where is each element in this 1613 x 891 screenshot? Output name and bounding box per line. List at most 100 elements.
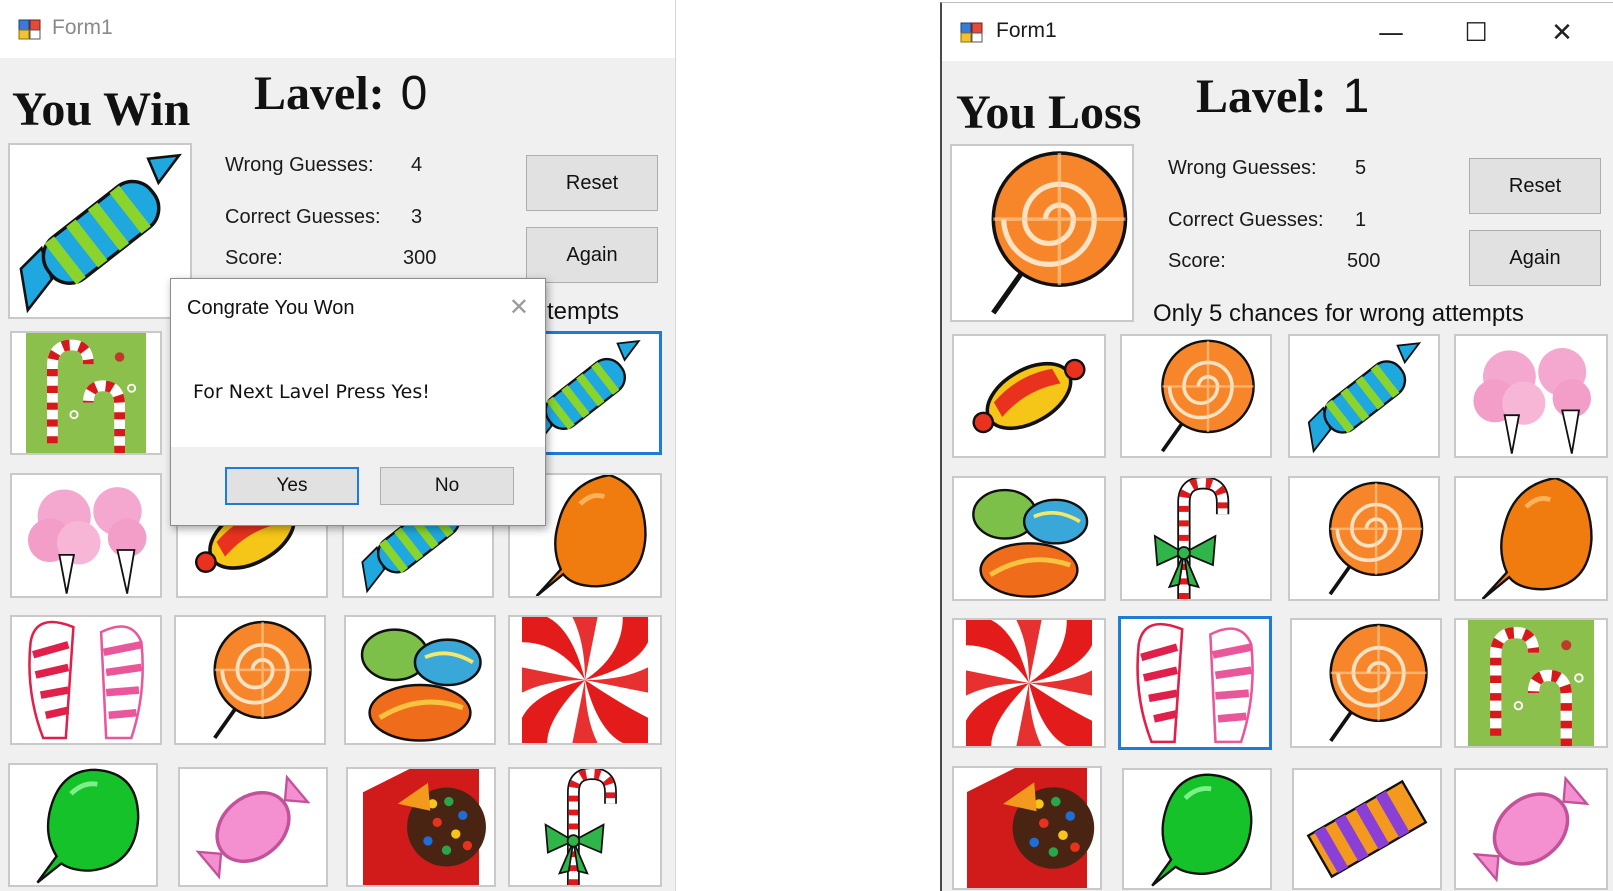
right-grid-tile-selected[interactable] <box>1118 616 1272 750</box>
right-result-text: You Loss <box>956 86 1142 139</box>
right-grid-tile[interactable] <box>952 766 1102 890</box>
red-peppermint-swirl-icon <box>510 617 660 743</box>
left-level-display: Lavel: 0 <box>254 66 427 121</box>
left-form-window: Form1 You Win Lavel: 0 Wrong Guesses: 4 C… <box>0 0 676 891</box>
jelly-beans-icon <box>346 617 494 743</box>
right-reset-button[interactable]: Reset <box>1469 158 1601 214</box>
right-grid-tile[interactable] <box>1288 334 1440 458</box>
blue-wrapped-candy-icon <box>1290 336 1438 456</box>
orange-swirl-lollipop-icon <box>1122 336 1270 456</box>
no-button[interactable]: No <box>380 467 514 505</box>
preview-candy-icon <box>10 145 190 317</box>
left-grid-tile[interactable] <box>10 331 162 455</box>
left-score-label: Score: <box>225 247 283 269</box>
left-grid-tile[interactable] <box>344 615 496 745</box>
minimize-icon[interactable]: — <box>1368 13 1414 53</box>
chocolate-sprinkle-candy-icon <box>348 769 494 885</box>
close-icon[interactable]: ✕ <box>509 293 529 321</box>
right-grid-tile[interactable] <box>1292 768 1442 890</box>
right-grid-tile[interactable] <box>1120 334 1272 458</box>
green-balloon-lollipop-icon <box>10 765 156 885</box>
right-preview-image <box>950 144 1134 322</box>
pink-horn-candy-icon <box>1121 619 1269 747</box>
right-grid-tile[interactable] <box>1454 476 1608 601</box>
right-grid-tile[interactable] <box>1454 618 1608 748</box>
right-score-value: 500 <box>1347 250 1381 272</box>
cotton-candy-icon <box>12 475 160 596</box>
right-level-value: 1 <box>1342 70 1370 123</box>
green-balloon-lollipop-icon <box>1124 770 1270 888</box>
right-grid-tile[interactable] <box>1454 768 1608 890</box>
maximize-icon[interactable]: ☐ <box>1453 13 1499 53</box>
jelly-beans-icon <box>954 478 1104 599</box>
dialog-button-bar: Yes No <box>171 447 545 525</box>
left-grid-tile[interactable] <box>346 767 496 887</box>
left-grid-tile[interactable] <box>10 615 162 745</box>
candy-cane-bow-icon <box>510 769 660 885</box>
right-grid-tile[interactable] <box>1454 334 1608 458</box>
left-wrong-value: 4 <box>411 154 423 176</box>
left-score-value: 300 <box>403 247 437 269</box>
striped-wrapped-candy-icon <box>954 336 1104 456</box>
left-wrong-label: Wrong Guesses: <box>225 154 374 176</box>
right-level-label: Lavel: <box>1196 70 1327 123</box>
app-form-icon <box>960 20 984 44</box>
left-correct-label: Correct Guesses: <box>225 206 381 228</box>
pink-wrapped-candy-icon <box>1456 770 1606 888</box>
right-grid-tile[interactable] <box>1290 618 1442 748</box>
candy-canes-green-icon <box>1456 620 1606 746</box>
chocolate-sprinkle-candy-icon <box>954 768 1100 888</box>
right-window-title: Form1 <box>996 19 1057 42</box>
candy-cane-bow-icon <box>1122 478 1270 599</box>
left-reset-button[interactable]: Reset <box>526 155 658 211</box>
orange-swirl-lollipop-icon <box>1292 620 1440 746</box>
orange-balloon-lollipop-icon <box>1456 478 1606 599</box>
pink-wrapped-candy-icon <box>180 769 326 885</box>
left-level-value: 0 <box>400 67 428 120</box>
orange-swirl-lollipop-icon <box>176 617 324 743</box>
left-grid-tile[interactable] <box>8 763 158 887</box>
right-grid-tile[interactable] <box>1122 768 1272 890</box>
app-form-icon <box>18 17 42 41</box>
left-grid-tile[interactable] <box>178 767 328 887</box>
left-grid-tile[interactable] <box>174 615 326 745</box>
left-title-bar[interactable]: Form1 <box>0 0 675 58</box>
right-grid-tile[interactable] <box>952 476 1106 601</box>
congrats-dialog: Congrate You Won ✕ For Next Lavel Press … <box>170 278 546 526</box>
left-result-text: You Win <box>12 83 191 136</box>
right-grid-tile[interactable] <box>952 334 1106 458</box>
right-grid-tile[interactable] <box>1288 476 1440 601</box>
preview-candy-icon <box>952 146 1132 320</box>
left-chances-text: tempts <box>547 298 620 325</box>
right-title-bar[interactable]: Form1 — ☐ ✕ <box>942 3 1613 61</box>
purple-striped-candy-icon <box>1294 770 1440 888</box>
red-peppermint-swirl-icon <box>954 620 1104 746</box>
dialog-title: Congrate You Won <box>187 297 355 319</box>
left-grid-tile[interactable] <box>508 615 662 745</box>
candy-canes-green-icon <box>12 333 160 453</box>
left-grid-tile[interactable] <box>10 473 162 598</box>
left-level-label: Lavel: <box>254 67 385 120</box>
pink-horn-candy-icon <box>12 617 160 743</box>
right-wrong-value: 5 <box>1355 157 1367 179</box>
right-grid-tile[interactable] <box>1120 476 1272 601</box>
right-correct-value: 1 <box>1355 209 1367 231</box>
cotton-candy-icon <box>1456 336 1606 456</box>
close-icon[interactable]: ✕ <box>1539 13 1585 53</box>
right-again-button[interactable]: Again <box>1469 230 1601 286</box>
orange-swirl-lollipop-icon <box>1290 478 1438 599</box>
left-grid-tile[interactable] <box>508 767 662 887</box>
yes-button[interactable]: Yes <box>225 467 359 505</box>
left-preview-image <box>8 143 192 319</box>
left-again-button[interactable]: Again <box>526 227 658 283</box>
right-level-display: Lavel: 1 <box>1196 69 1369 124</box>
right-chances-text: Only 5 chances for wrong attempts <box>1153 300 1524 327</box>
dialog-message: For Next Lavel Press Yes! <box>193 381 430 403</box>
right-grid-tile[interactable] <box>952 618 1106 748</box>
right-wrong-label: Wrong Guesses: <box>1168 157 1317 179</box>
right-form-window: Form1 — ☐ ✕ You Loss Lavel: 1 Wrong Guess… <box>940 2 1613 891</box>
left-correct-value: 3 <box>411 206 423 228</box>
right-score-label: Score: <box>1168 250 1226 272</box>
left-window-title: Form1 <box>52 16 113 39</box>
right-correct-label: Correct Guesses: <box>1168 209 1324 231</box>
